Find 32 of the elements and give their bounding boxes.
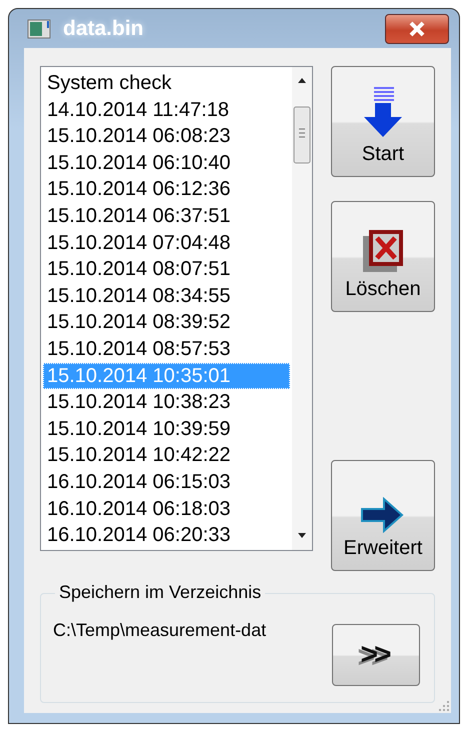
list-item[interactable]: 15.10.2014 08:39:52 (43, 309, 290, 336)
list-item[interactable]: System check (43, 70, 290, 97)
list-item[interactable]: 15.10.2014 06:12:36 (43, 176, 290, 203)
list-item[interactable]: 15.10.2014 07:04:48 (43, 230, 290, 256)
list-item[interactable]: 16.10.2014 06:15:03 (43, 468, 290, 496)
app-icon (27, 18, 53, 40)
list-item[interactable]: 15.10.2014 10:38:23 (43, 389, 290, 416)
delete-button[interactable]: Löschen (331, 201, 435, 312)
list-item[interactable]: 15.10.2014 08:57:53 (43, 336, 290, 363)
start-button[interactable]: Start (331, 66, 435, 177)
list-item[interactable]: 15.10.2014 08:07:51 (43, 256, 290, 283)
list-item[interactable]: 15.10.2014 08:34:55 (43, 282, 290, 310)
window-title: data.bin (63, 16, 145, 40)
folder-path: C:\Temp\measurement-dat (53, 620, 266, 641)
list-item[interactable]: 15.10.2014 10:39:59 (43, 416, 290, 442)
list-item[interactable]: 16.10.2014 06:18:03 (43, 496, 290, 522)
scrollbar-drawing[interactable] (292, 67, 312, 550)
list-item[interactable]: 14.10.2014 11:47:18 (43, 96, 290, 124)
right-arrow-icon (360, 497, 406, 533)
group-title: Speichern im Verzeichnis (55, 582, 266, 603)
list-box[interactable] (40, 66, 313, 551)
close-icon (407, 20, 427, 36)
list-item[interactable]: 15.10.2014 06:08:23 (43, 123, 290, 150)
browse-button[interactable]: >> (332, 624, 420, 686)
list-item[interactable]: 16.10.2014 06:20:33 (43, 522, 290, 549)
list-item[interactable]: 15.10.2014 10:42:22 (43, 442, 290, 469)
list-item[interactable]: 15.10.2014 06:37:51 (43, 202, 290, 230)
close-button[interactable] (385, 14, 449, 44)
extended-button[interactable]: Erweitert (331, 460, 435, 571)
delete-icon (361, 228, 405, 274)
resize-grip-icon[interactable] (439, 701, 449, 711)
list-item[interactable]: 15.10.2014 06:10:40 (43, 150, 290, 176)
